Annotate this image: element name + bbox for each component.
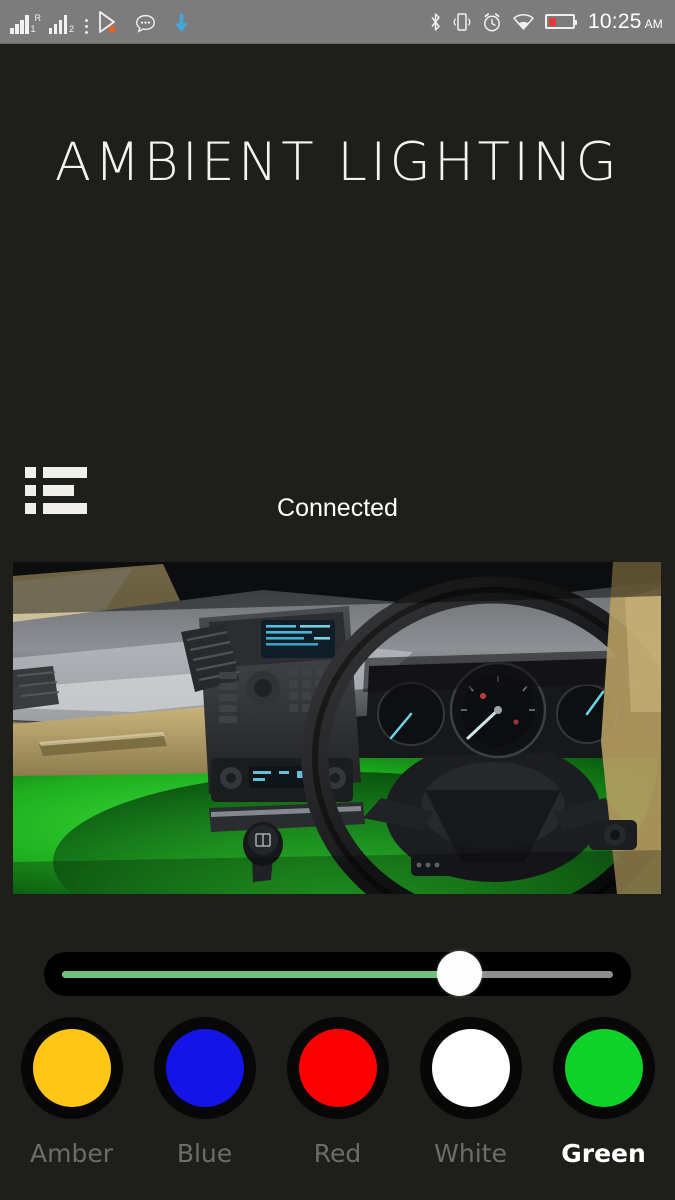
white-label: White bbox=[434, 1139, 507, 1168]
brightness-slider[interactable] bbox=[44, 951, 631, 996]
signal-bars-sim2-roaming-icon: R 2 bbox=[35, 13, 75, 34]
connection-status-text: Connected bbox=[277, 494, 398, 522]
sim2-label: 2 bbox=[69, 23, 75, 34]
bluetooth-icon bbox=[429, 12, 442, 32]
amber-swatch-ring[interactable] bbox=[20, 1017, 123, 1119]
blue-swatch-dot[interactable] bbox=[165, 1029, 244, 1107]
color-option-amber[interactable]: Amber bbox=[16, 1017, 127, 1168]
page-title: AMBIENT LIGHTING bbox=[54, 132, 621, 193]
messaging-icon bbox=[135, 13, 156, 34]
green-swatch-ring[interactable] bbox=[552, 1017, 655, 1119]
color-option-white[interactable]: White bbox=[415, 1017, 526, 1168]
blue-label: Blue bbox=[176, 1139, 233, 1168]
slider-thumb[interactable] bbox=[436, 951, 482, 996]
amber-label: Amber bbox=[30, 1139, 113, 1168]
play-store-icon bbox=[97, 10, 121, 34]
green-label: Green bbox=[561, 1139, 646, 1168]
vibrate-icon bbox=[453, 12, 471, 32]
sim1-label: 1 bbox=[30, 23, 36, 34]
car-interior-preview-image bbox=[13, 562, 661, 894]
overflow-menu-icon bbox=[85, 18, 89, 34]
white-swatch-dot[interactable] bbox=[431, 1029, 510, 1107]
white-swatch-ring[interactable] bbox=[419, 1017, 522, 1119]
green-swatch-dot[interactable] bbox=[564, 1029, 643, 1107]
amber-swatch-dot[interactable] bbox=[32, 1029, 111, 1107]
roaming-label: R bbox=[34, 12, 42, 23]
alarm-icon bbox=[482, 12, 502, 32]
status-bar[interactable]: 1 R 2 10:25 AM bbox=[0, 0, 675, 44]
slider-track[interactable] bbox=[62, 971, 613, 978]
red-swatch-dot[interactable] bbox=[298, 1029, 377, 1107]
wifi-icon bbox=[513, 13, 534, 30]
signal-bars-sim1-icon: 1 bbox=[10, 14, 36, 34]
status-bar-clock: 10:25 AM bbox=[588, 10, 663, 34]
status-bar-right: 10:25 AM bbox=[429, 10, 675, 34]
battery-low-icon bbox=[545, 14, 578, 29]
color-option-blue[interactable]: Blue bbox=[149, 1017, 260, 1168]
slider-fill bbox=[62, 971, 459, 978]
download-icon bbox=[172, 12, 191, 34]
red-label: Red bbox=[313, 1139, 362, 1168]
blue-swatch-ring[interactable] bbox=[153, 1017, 256, 1119]
red-swatch-ring[interactable] bbox=[286, 1017, 389, 1119]
color-option-green[interactable]: Green bbox=[548, 1017, 659, 1168]
color-swatch-row: Amber Blue Red White Green bbox=[0, 1017, 675, 1168]
clock-time: 10:25 bbox=[588, 9, 642, 33]
clock-ampm: AM bbox=[644, 16, 663, 31]
color-option-red[interactable]: Red bbox=[282, 1017, 393, 1168]
status-bar-left: 1 R 2 bbox=[0, 10, 429, 34]
